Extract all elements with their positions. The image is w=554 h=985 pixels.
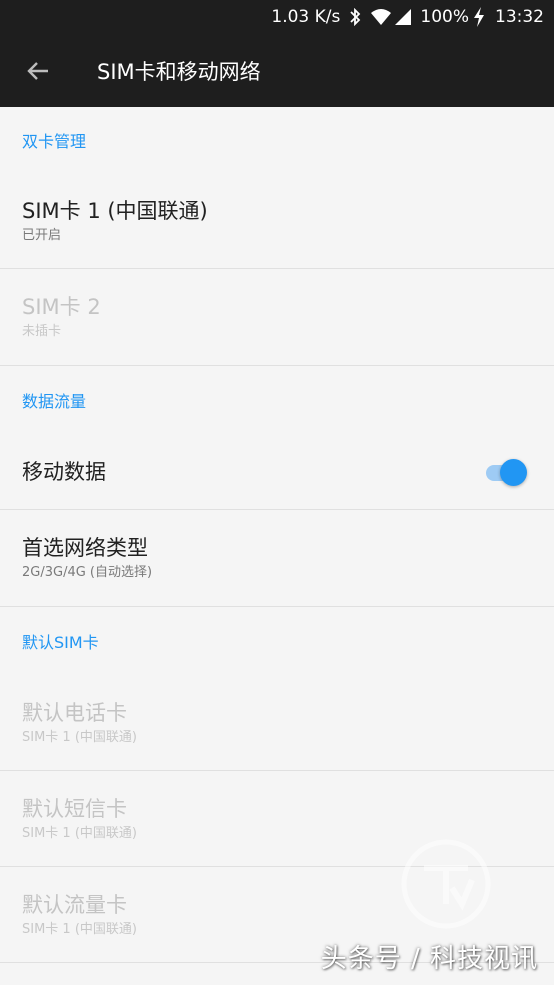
default-call-sim-value: SIM卡 1 (中国联通) bbox=[22, 729, 137, 745]
section-header-label: 数据流量 bbox=[22, 392, 87, 411]
network-type-row[interactable]: 首选网络类型 2G/3G/4G (自动选择) bbox=[0, 510, 554, 607]
network-type-value: 2G/3G/4G (自动选择) bbox=[22, 565, 153, 580]
section-header-label: 默认SIM卡 bbox=[22, 633, 99, 652]
back-button[interactable] bbox=[0, 34, 76, 107]
arrow-left-icon bbox=[27, 61, 48, 80]
watermark-text: 头条号 / 科技视讯 bbox=[320, 944, 538, 974]
mobile-data-toggle[interactable] bbox=[486, 458, 528, 486]
sim1-title: SIM卡 1 (中国联通) bbox=[22, 198, 208, 223]
page-title: SIM卡和移动网络 bbox=[97, 59, 261, 84]
signal-icon bbox=[394, 8, 412, 26]
sim2-title: SIM卡 2 bbox=[22, 295, 101, 319]
battery-level: 100% bbox=[420, 7, 469, 27]
bluetooth-icon bbox=[348, 8, 362, 26]
sim2-row: SIM卡 2 未插卡 bbox=[0, 269, 554, 366]
wifi-icon bbox=[370, 8, 392, 26]
section-header-data: 数据流量 bbox=[0, 366, 554, 434]
settings-list: 双卡管理 SIM卡 1 (中国联通) 已开启 SIM卡 2 未插卡 数据流量 移… bbox=[0, 107, 554, 963]
default-call-sim-title: 默认电话卡 bbox=[22, 700, 127, 725]
mobile-data-row[interactable]: 移动数据 bbox=[0, 434, 554, 510]
section-header-dual-sim: 双卡管理 bbox=[0, 107, 554, 173]
sim1-row[interactable]: SIM卡 1 (中国联通) 已开启 bbox=[0, 173, 554, 269]
app-bar: SIM卡和移动网络 bbox=[0, 34, 554, 107]
toggle-knob bbox=[500, 458, 527, 486]
watermark-logo-icon bbox=[401, 839, 491, 929]
default-sms-sim-title: 默认短信卡 bbox=[22, 796, 127, 821]
sim2-status: 未插卡 bbox=[22, 324, 62, 339]
sim1-status: 已开启 bbox=[22, 227, 62, 243]
charging-icon bbox=[473, 7, 485, 27]
network-speed: 1.03 K/s bbox=[271, 7, 341, 27]
status-bar: 1.03 K/s 100% 13:32 bbox=[0, 0, 554, 34]
section-header-label: 双卡管理 bbox=[22, 132, 87, 151]
mobile-data-title: 移动数据 bbox=[22, 459, 106, 484]
clock: 13:32 bbox=[495, 7, 544, 27]
default-call-sim-row: 默认电话卡 SIM卡 1 (中国联通) bbox=[0, 675, 554, 771]
section-header-default-sim: 默认SIM卡 bbox=[0, 607, 554, 675]
network-type-title: 首选网络类型 bbox=[22, 536, 148, 560]
